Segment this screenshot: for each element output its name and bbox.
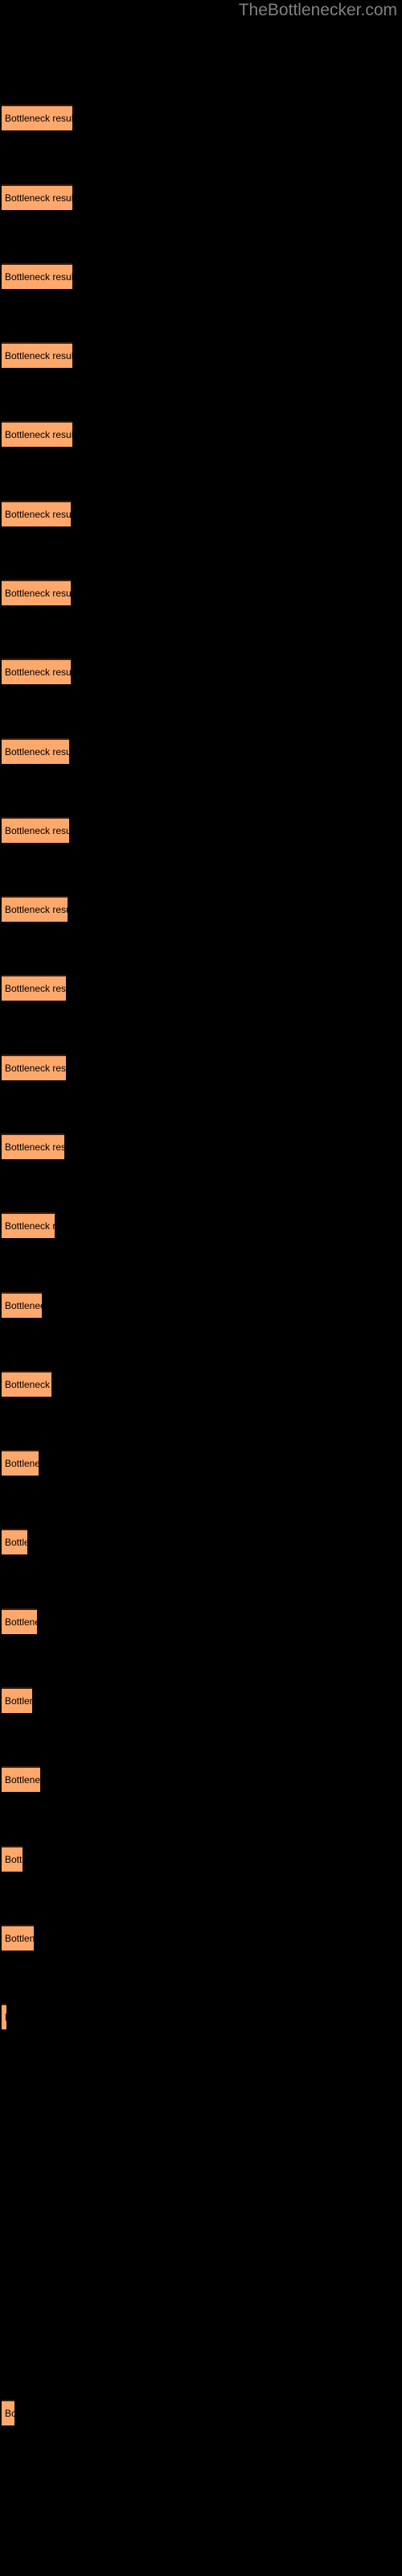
bar-20: Bottleneck result bbox=[2, 1687, 32, 1713]
bar-label: Bottleneck result bbox=[5, 1933, 34, 1944]
bar-label: Bottleneck result bbox=[5, 825, 69, 836]
bar-label: Bottleneck result bbox=[5, 1379, 51, 1390]
bar-23: Bottleneck result bbox=[2, 1925, 34, 1951]
bar-label: Bottleneck result bbox=[5, 113, 72, 124]
bar-17: Bottleneck result bbox=[2, 1450, 39, 1476]
bar-5: Bottleneck result bbox=[2, 501, 71, 526]
bar-22: Bottleneck result bbox=[2, 1846, 23, 1872]
bar-label: Bottleneck result bbox=[5, 904, 68, 915]
bar-label: Bottleneck result bbox=[5, 509, 71, 520]
bar-8: Bottleneck result bbox=[2, 738, 69, 764]
bar-label: Bottleneck result bbox=[5, 2408, 14, 2419]
bar-label: Bottleneck result bbox=[5, 1141, 64, 1153]
bar-7: Bottleneck result bbox=[2, 658, 71, 684]
bar-11: Bottleneck result bbox=[2, 975, 66, 1001]
bottleneck-bar-chart: Bottleneck result Bottleneck result Bottle… bbox=[0, 0, 402, 2576]
bar-10: Bottleneck result bbox=[2, 896, 68, 922]
bar-label: Bottleneck result bbox=[5, 588, 71, 599]
bar-3: Bottleneck result bbox=[2, 342, 72, 368]
bar-14: Bottleneck result bbox=[2, 1212, 55, 1238]
bar-15: Bottleneck result bbox=[2, 1292, 42, 1318]
bar-label: Bottleneck result bbox=[5, 746, 69, 758]
bar-16: Bottleneck result bbox=[2, 1371, 51, 1397]
bar-label: Bottleneck result bbox=[5, 1616, 37, 1628]
bar-label: Bottleneck result bbox=[2, 2005, 6, 2029]
bar-label: Bottleneck result bbox=[5, 1300, 42, 1311]
bar-25: Bottleneck result bbox=[2, 2400, 14, 2425]
bar-label: Bottleneck result bbox=[5, 1537, 27, 1548]
bar-1: Bottleneck result bbox=[2, 184, 72, 210]
bar-6: Bottleneck result bbox=[2, 580, 71, 605]
bar-24: Bottleneck result bbox=[2, 2004, 6, 2029]
bar-21: Bottleneck result bbox=[2, 1766, 40, 1792]
bar-label: Bottleneck result bbox=[5, 667, 71, 678]
bar-0: Bottleneck result bbox=[2, 105, 72, 130]
bar-13: Bottleneck result bbox=[2, 1133, 64, 1159]
bar-label: Bottleneck result bbox=[5, 1458, 39, 1469]
bar-18: Bottleneck result bbox=[2, 1529, 27, 1554]
bar-label: Bottleneck result bbox=[5, 983, 66, 994]
page-root: TheBottlenecker.com Bottleneck result Bot… bbox=[0, 0, 402, 2576]
bar-label: Bottleneck result bbox=[5, 1220, 55, 1232]
bar-2: Bottleneck result bbox=[2, 263, 72, 289]
bar-label: Bottleneck result bbox=[5, 1695, 32, 1707]
bar-19: Bottleneck result bbox=[2, 1608, 37, 1634]
bar-12: Bottleneck result bbox=[2, 1055, 66, 1080]
bar-label: Bottleneck result bbox=[5, 429, 72, 440]
bar-label: Bottleneck result bbox=[5, 192, 72, 204]
bar-label: Bottleneck result bbox=[5, 1854, 23, 1865]
bar-4: Bottleneck result bbox=[2, 421, 72, 447]
bar-label: Bottleneck result bbox=[5, 350, 72, 361]
bar-label: Bottleneck result bbox=[5, 271, 72, 283]
bar-label: Bottleneck result bbox=[5, 1774, 40, 1785]
bar-9: Bottleneck result bbox=[2, 817, 69, 843]
bar-label: Bottleneck result bbox=[5, 1063, 66, 1074]
